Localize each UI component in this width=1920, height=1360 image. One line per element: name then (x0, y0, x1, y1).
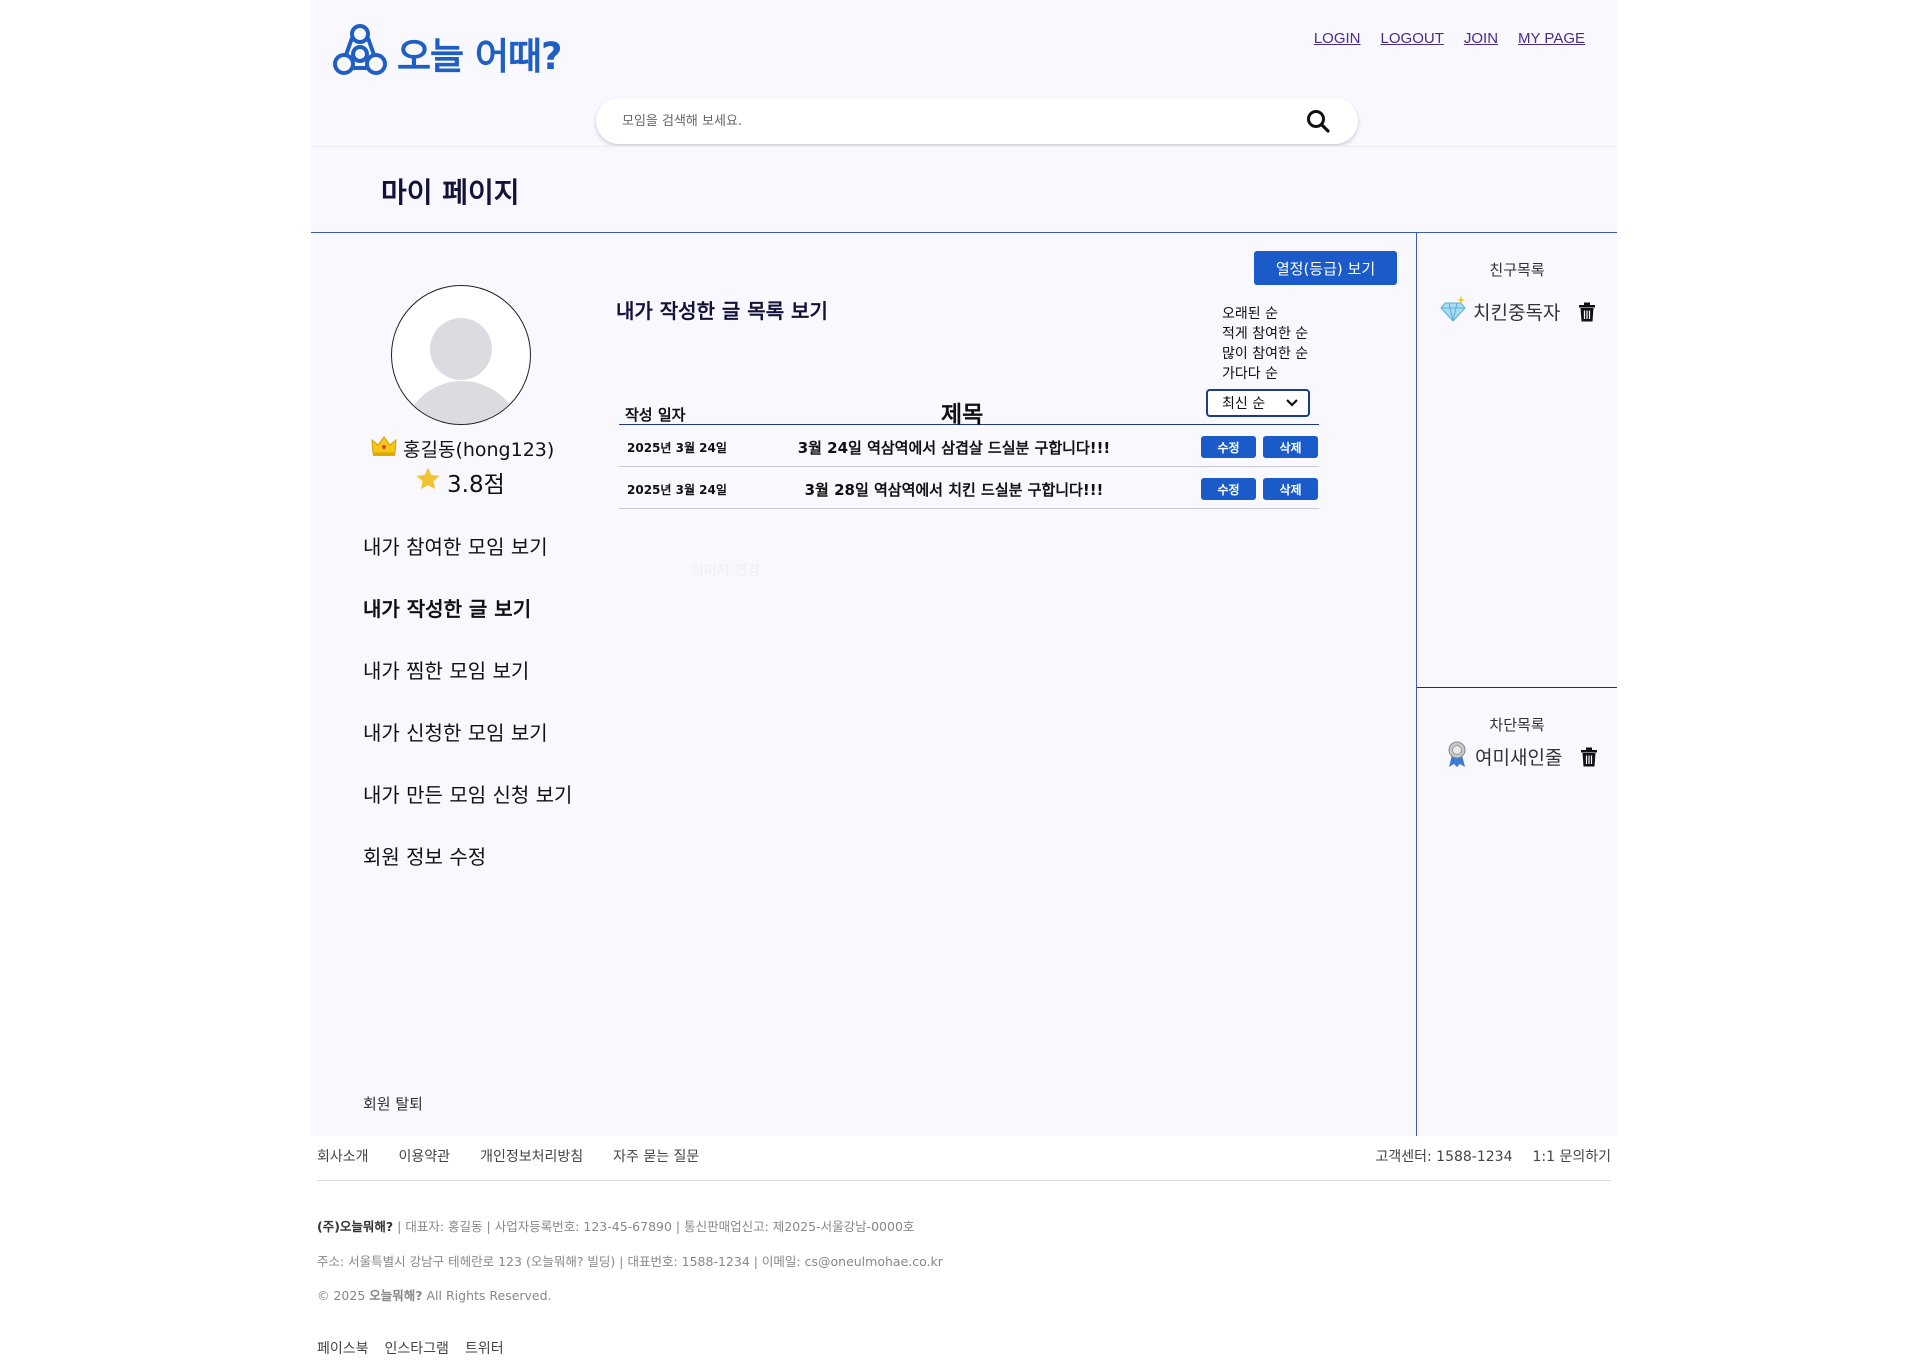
logo-text: 오늘 어때? (397, 35, 563, 78)
column-date-header: 작성 일자 (625, 406, 686, 424)
grade-button[interactable]: 열정(등급) 보기 (1254, 251, 1397, 285)
menu-favorite-meetings[interactable]: 내가 찜한 모임 보기 (363, 655, 572, 717)
footer-divider (317, 1180, 1611, 1181)
user-score: 3.8점 (447, 472, 505, 498)
change-image-text: 이미지 변경 (691, 563, 760, 579)
social-links: 페이스북 인스타그램 트위터 (317, 1338, 504, 1358)
trash-icon[interactable] (1580, 747, 1598, 767)
blocked-name[interactable]: 여미새인줄 (1475, 743, 1562, 770)
crown-icon (371, 435, 397, 462)
customer-center: 고객센터: 1588-1234 (1375, 1149, 1513, 1165)
post-date: 2025년 3월 24일 (627, 441, 727, 455)
user-name: 홍길동(hong123) (403, 439, 555, 461)
column-title-header: 제목 (941, 402, 984, 428)
mypage-link[interactable]: MY PAGE (1518, 30, 1585, 47)
sort-option[interactable]: 오래된 순 (1222, 304, 1308, 324)
title-bar: 마이 페이지 (311, 146, 1617, 233)
footer-link-privacy[interactable]: 개인정보처리방침 (480, 1146, 583, 1166)
blocked-list: 차단목록 여미새인줄 (1417, 688, 1617, 1136)
withdraw-link[interactable]: 회원 탈퇴 (363, 1093, 423, 1114)
menu-applied-meetings[interactable]: 내가 신청한 모임 보기 (363, 717, 572, 779)
avatar-head (430, 318, 492, 380)
avatar[interactable] (391, 285, 531, 425)
footer-link-terms[interactable]: 이용약관 (399, 1146, 451, 1166)
friend-item: 치킨중독자 (1439, 295, 1596, 328)
copyright-suffix: All Rights Reserved. (422, 1288, 552, 1303)
star-icon (415, 466, 441, 498)
user-name-row: 홍길동(hong123) (371, 435, 561, 462)
search-icon[interactable] (1304, 107, 1332, 135)
footer-links: 회사소개 이용약관 개인정보처리방침 자주 묻는 질문 (317, 1146, 699, 1166)
delete-button[interactable]: 삭제 (1263, 478, 1318, 500)
menu-my-posts[interactable]: 내가 작성한 글 보기 (363, 593, 572, 655)
footer: 회사소개 이용약관 개인정보처리방침 자주 묻는 질문 고객센터: 1588-1… (311, 1136, 1617, 1360)
header: 오늘 어때? LOGIN LOGOUT JOIN MY PAGE (311, 0, 1617, 146)
mypage-menu: 내가 참여한 모임 보기 내가 작성한 글 보기 내가 찜한 모임 보기 내가 … (363, 531, 572, 903)
side-panel: 친구목록 치킨중독자 차단목록 여미새인줄 (1417, 233, 1617, 1136)
delete-button[interactable]: 삭제 (1263, 436, 1318, 458)
sort-option[interactable]: 적게 참여한 순 (1222, 324, 1308, 344)
inquiry-link[interactable]: 1:1 문의하기 (1532, 1146, 1611, 1166)
section-title: 내가 작성한 글 목록 보기 (616, 299, 828, 323)
footer-link-faq[interactable]: 자주 묻는 질문 (613, 1146, 699, 1166)
sort-options-list: 오래된 순 적게 참여한 순 많이 참여한 순 가다다 순 (1222, 304, 1308, 384)
login-link[interactable]: LOGIN (1314, 30, 1361, 47)
menu-joined-meetings[interactable]: 내가 참여한 모임 보기 (363, 531, 572, 593)
company-name: (주)오늘뭐해? (317, 1219, 394, 1234)
company-address: 주소: 서울특별시 강남구 테헤란로 123 (오늘뭐해? 빌딩) | 대표번호… (317, 1254, 943, 1269)
page: 오늘 어때? LOGIN LOGOUT JOIN MY PAGE 마이 페이지 (311, 0, 1617, 1360)
logo-icon (331, 22, 389, 84)
table-row: 2025년 3월 24일 3월 28일 역삼역에서 치킨 드실분 구합니다!!!… (619, 467, 1319, 509)
trash-icon[interactable] (1578, 302, 1596, 322)
footer-link-about[interactable]: 회사소개 (317, 1146, 369, 1166)
search-input[interactable] (622, 113, 1304, 129)
posts-table: 작성 일자 제목 2025년 3월 24일 3월 24일 역삼역에서 삼겹살 드… (619, 393, 1319, 509)
copyright-prefix: © 2025 (317, 1288, 370, 1303)
sort-option[interactable]: 많이 참여한 순 (1222, 344, 1308, 364)
sort-option[interactable]: 가다다 순 (1222, 364, 1308, 384)
search-bar (596, 98, 1358, 144)
logo[interactable]: 오늘 어때? (331, 22, 563, 84)
top-nav: LOGIN LOGOUT JOIN MY PAGE (1314, 30, 1585, 47)
edit-button[interactable]: 수정 (1201, 436, 1256, 458)
diamond-icon (1439, 295, 1467, 328)
post-date: 2025년 3월 24일 (627, 483, 727, 497)
avatar-body (402, 381, 522, 424)
join-link[interactable]: JOIN (1464, 30, 1498, 47)
blocked-item: 여미새인줄 (1445, 740, 1598, 773)
friend-list-title: 친구목록 (1489, 261, 1545, 279)
main-content: 홍길동(hong123) 3.8점 내가 참여한 모임 보기 내가 작성한 글 … (311, 233, 1417, 1136)
footer-support: 고객센터: 1588-1234 1:1 문의하기 (1375, 1146, 1611, 1166)
blocked-list-title: 차단목록 (1489, 716, 1545, 734)
table-row: 2025년 3월 24일 3월 24일 역삼역에서 삼겹살 드실분 구합니다!!… (619, 425, 1319, 467)
company-details: | 대표자: 홍길동 | 사업자등록번호: 123-45-67890 | 통신판… (393, 1219, 915, 1234)
medal-icon (1445, 740, 1469, 773)
instagram-link[interactable]: 인스타그램 (385, 1338, 449, 1358)
post-title[interactable]: 3월 28일 역삼역에서 치킨 드실분 구합니다!!! (789, 479, 1119, 500)
post-title[interactable]: 3월 24일 역삼역에서 삼겹살 드실분 구합니다!!! (789, 437, 1119, 458)
menu-edit-profile[interactable]: 회원 정보 수정 (363, 841, 572, 903)
page-title: 마이 페이지 (381, 176, 520, 209)
edit-button[interactable]: 수정 (1201, 478, 1256, 500)
table-header: 작성 일자 제목 (619, 393, 1319, 428)
twitter-link[interactable]: 트위터 (465, 1338, 504, 1358)
logout-link[interactable]: LOGOUT (1381, 30, 1444, 47)
user-score-row: 3.8점 (415, 465, 505, 499)
facebook-link[interactable]: 페이스북 (317, 1338, 369, 1358)
friend-name[interactable]: 치킨중독자 (1473, 298, 1560, 325)
copyright: © 2025 오늘뭐해? All Rights Reserved. (317, 1285, 552, 1304)
company-info: (주)오늘뭐해? | 대표자: 홍길동 | 사업자등록번호: 123-45-67… (317, 1216, 914, 1235)
copyright-brand: 오늘뭐해? (369, 1288, 423, 1303)
friend-list: 친구목록 치킨중독자 (1417, 233, 1617, 688)
menu-my-meeting-requests[interactable]: 내가 만든 모임 신청 보기 (363, 779, 572, 841)
